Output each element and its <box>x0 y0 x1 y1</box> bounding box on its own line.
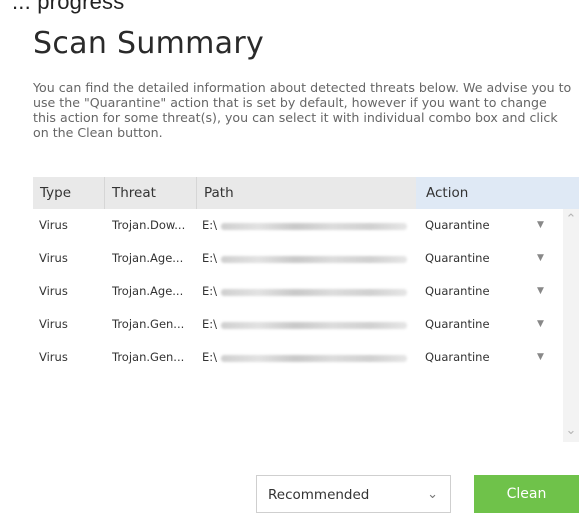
action-select[interactable]: Quarantine <box>425 275 490 308</box>
path-cell: E:\ <box>202 317 218 331</box>
chevron-down-icon[interactable]: ▼ <box>537 209 544 242</box>
threat-cell: Trojan.Age... <box>112 251 184 265</box>
clean-button[interactable]: Clean <box>474 475 579 513</box>
table-body: Virus Trojan.Dow... E:\ Quarantine ▼ Vir… <box>33 209 563 442</box>
chevron-down-icon[interactable]: ⌄ <box>564 424 578 438</box>
page-title: Scan Summary <box>33 26 265 61</box>
vertical-scrollbar[interactable]: ⌃ ⌄ <box>563 209 579 442</box>
blurred-path <box>221 322 407 329</box>
type-cell: Virus <box>39 284 68 298</box>
chevron-down-icon[interactable]: ▼ <box>537 308 544 341</box>
column-header-path[interactable]: Path <box>197 177 416 209</box>
blurred-path <box>221 223 407 230</box>
threat-cell: Trojan.Gen... <box>112 317 185 331</box>
type-cell: Virus <box>39 350 68 364</box>
chevron-down-icon: ⌄ <box>427 487 438 502</box>
action-select[interactable]: Quarantine <box>425 209 490 242</box>
threat-cell: Trojan.Age... <box>112 284 184 298</box>
column-header-threat[interactable]: Threat <box>105 177 197 209</box>
action-select[interactable]: Quarantine <box>425 308 490 341</box>
blurred-path <box>221 289 407 296</box>
action-select[interactable]: Quarantine <box>425 242 490 275</box>
type-cell: Virus <box>39 251 68 265</box>
chevron-down-icon[interactable]: ▼ <box>537 242 544 275</box>
path-cell: E:\ <box>202 284 218 298</box>
scan-mode-dropdown[interactable]: Recommended ⌄ <box>256 475 451 513</box>
table-row[interactable]: Virus Trojan.Age... E:\ Quarantine ▼ <box>33 242 563 275</box>
chevron-down-icon[interactable]: ▼ <box>537 275 544 308</box>
table-row[interactable]: Virus Trojan.Dow... E:\ Quarantine ▼ <box>33 209 563 242</box>
threats-table: Type Threat Path Action Virus Trojan.Dow… <box>33 177 579 442</box>
type-cell: Virus <box>39 218 68 232</box>
top-text: ... progress <box>12 0 125 14</box>
description-text: You can find the detailed information ab… <box>33 80 572 140</box>
blurred-path <box>221 256 407 263</box>
table-row[interactable]: Virus Trojan.Gen... E:\ Quarantine ▼ <box>33 308 563 341</box>
table-row[interactable]: Virus Trojan.Gen... E:\ Quarantine ▼ <box>33 341 563 374</box>
scan-mode-value: Recommended <box>268 487 370 503</box>
chevron-down-icon[interactable]: ▼ <box>537 341 544 374</box>
action-select[interactable]: Quarantine <box>425 341 490 374</box>
threat-cell: Trojan.Gen... <box>112 350 185 364</box>
path-cell: E:\ <box>202 350 218 364</box>
path-cell: E:\ <box>202 218 218 232</box>
column-header-action[interactable]: Action <box>416 177 579 209</box>
chevron-up-icon[interactable]: ⌃ <box>564 213 578 227</box>
path-cell: E:\ <box>202 251 218 265</box>
blurred-path <box>221 355 407 362</box>
window-top-cropped-text: ... progress <box>12 0 572 14</box>
type-cell: Virus <box>39 317 68 331</box>
table-row[interactable]: Virus Trojan.Age... E:\ Quarantine ▼ <box>33 275 563 308</box>
table-header: Type Threat Path Action <box>33 177 579 209</box>
column-header-type[interactable]: Type <box>33 177 105 209</box>
threat-cell: Trojan.Dow... <box>112 218 186 232</box>
